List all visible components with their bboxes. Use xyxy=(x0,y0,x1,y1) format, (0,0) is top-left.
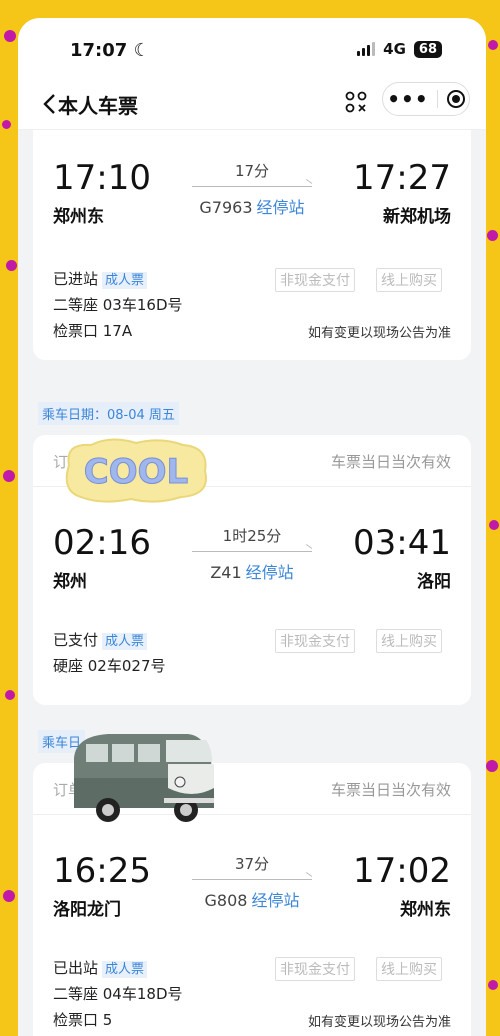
scan-icon[interactable] xyxy=(344,90,368,114)
arrow-icon xyxy=(192,879,312,880)
arrival-station: 洛阳 xyxy=(417,572,451,592)
battery-icon: 68 xyxy=(413,40,442,58)
ticket-times: 17:10 17:27 郑州东 新郑机场 17分 G7963 经停站 xyxy=(33,158,471,238)
more-icon[interactable]: ••• xyxy=(387,89,428,109)
ticket-list[interactable]: 17:10 17:27 郑州东 新郑机场 17分 G7963 经停站 已进站 成人票… xyxy=(18,130,486,1036)
trip-duration: 37分 xyxy=(234,855,270,873)
departure-station: 洛阳龙门 xyxy=(53,900,121,920)
train-row: Z41 经停站 xyxy=(172,559,332,583)
status-time: 17:07 ☾ xyxy=(70,40,150,61)
online-purchase-tag: 线上购买 xyxy=(376,957,442,981)
seat-info: 二等座 04车18D号 xyxy=(53,985,183,1003)
arrival-station: 新郑机场 xyxy=(383,207,451,227)
page-title: 本人车票 xyxy=(58,94,138,118)
stops-link[interactable]: 经停站 xyxy=(246,563,294,582)
decor-dot xyxy=(488,40,498,50)
decor-dot xyxy=(4,30,16,42)
departure-time: 17:10 xyxy=(53,158,151,198)
change-notice: 如有变更以现场公告为准 xyxy=(307,1015,451,1030)
close-miniprogram-icon[interactable] xyxy=(446,90,465,108)
ticket-status: 已支付 xyxy=(53,631,99,649)
online-purchase-tag: 线上购买 xyxy=(376,268,442,292)
phone-screen: 17:07 ☾ 4G 68 本人车票 ••• 17:10 17:27 郑州东 新… xyxy=(18,18,486,1036)
train-number: Z41 xyxy=(210,563,242,582)
cool-sticker: COOL xyxy=(65,438,207,503)
status-indicators: 4G 68 xyxy=(357,40,442,58)
train-row: G7963 经停站 xyxy=(172,194,332,218)
ticket-status: 已出站 xyxy=(53,959,99,977)
gate-info: 检票口 17A xyxy=(53,322,133,340)
decor-dot xyxy=(6,260,17,271)
clock-text: 17:07 xyxy=(70,40,128,61)
decor-dot xyxy=(5,690,15,700)
ticket-type-badge: 成人票 xyxy=(102,272,148,289)
stops-link[interactable]: 经停站 xyxy=(257,198,305,217)
network-label: 4G xyxy=(383,40,406,58)
decor-dot xyxy=(3,470,15,482)
departure-time: 16:25 xyxy=(53,851,151,891)
decor-dot xyxy=(3,890,15,902)
ticket-status: 已进站 xyxy=(53,270,99,288)
online-purchase-tag: 线上购买 xyxy=(376,629,442,653)
ticket-status-line: 已支付 成人票 xyxy=(53,629,148,650)
trip-duration: 17分 xyxy=(234,162,270,180)
departure-station: 郑州 xyxy=(53,572,87,592)
status-bar: 17:07 ☾ 4G 68 xyxy=(18,18,486,80)
decor-dot xyxy=(487,230,498,241)
ticket-status-line: 已出站 成人票 xyxy=(53,957,148,978)
noncash-payment-tag: 非现金支付 xyxy=(275,268,355,292)
seat-info: 硬座 02车027号 xyxy=(53,657,166,675)
arrival-time: 03:41 xyxy=(353,523,451,563)
arrow-icon xyxy=(192,186,312,187)
miniprogram-capsule: ••• xyxy=(382,82,470,116)
validity-text: 车票当日当次有效 xyxy=(330,453,451,471)
arrival-station: 郑州东 xyxy=(400,900,451,920)
ticket-status-line: 已进站 成人票 xyxy=(53,268,148,289)
ticket-type-badge: 成人票 xyxy=(102,633,148,650)
signal-icon xyxy=(357,42,376,56)
ticket-type-badge: 成人票 xyxy=(102,961,148,978)
ticket-times: 16:25 17:02 洛阳龙门 郑州东 37分 G808 经停站 xyxy=(33,851,471,931)
train-number: G808 xyxy=(204,891,248,910)
decor-dot xyxy=(2,120,11,129)
change-notice: 如有变更以现场公告为准 xyxy=(307,326,451,341)
stops-link[interactable]: 经停站 xyxy=(251,891,299,910)
noncash-payment-tag: 非现金支付 xyxy=(275,629,355,653)
train-row: G808 经停站 xyxy=(172,887,332,911)
seat-info: 二等座 03车16D号 xyxy=(53,296,183,314)
nav-bar: 本人车票 ••• xyxy=(18,80,486,130)
moon-icon: ☾ xyxy=(133,40,150,61)
ticket-card[interactable]: 17:10 17:27 郑州东 新郑机场 17分 G7963 经停站 已进站 成人票… xyxy=(33,130,471,360)
noncash-payment-tag: 非现金支付 xyxy=(275,957,355,981)
arrival-time: 17:02 xyxy=(353,851,451,891)
decor-dot xyxy=(488,980,498,990)
travel-date-label: 乘车日期：08-04 周五 xyxy=(38,402,179,425)
arrow-icon xyxy=(192,551,312,552)
departure-time: 02:16 xyxy=(53,523,151,563)
cool-sticker-text: COOL xyxy=(84,452,188,492)
decor-dot xyxy=(486,760,498,772)
decor-dot xyxy=(489,520,499,530)
van-sticker xyxy=(74,734,214,822)
capsule-divider xyxy=(437,90,439,108)
validity-text: 车票当日当次有效 xyxy=(330,781,451,799)
gate-info: 检票口 5 xyxy=(53,1011,113,1029)
ticket-times: 02:16 03:41 郑州 洛阳 1时25分 Z41 经停站 xyxy=(33,523,471,603)
trip-duration: 1时25分 xyxy=(222,527,282,545)
arrival-time: 17:27 xyxy=(353,158,451,198)
departure-station: 郑州东 xyxy=(53,207,104,227)
train-number: G7963 xyxy=(199,198,253,217)
